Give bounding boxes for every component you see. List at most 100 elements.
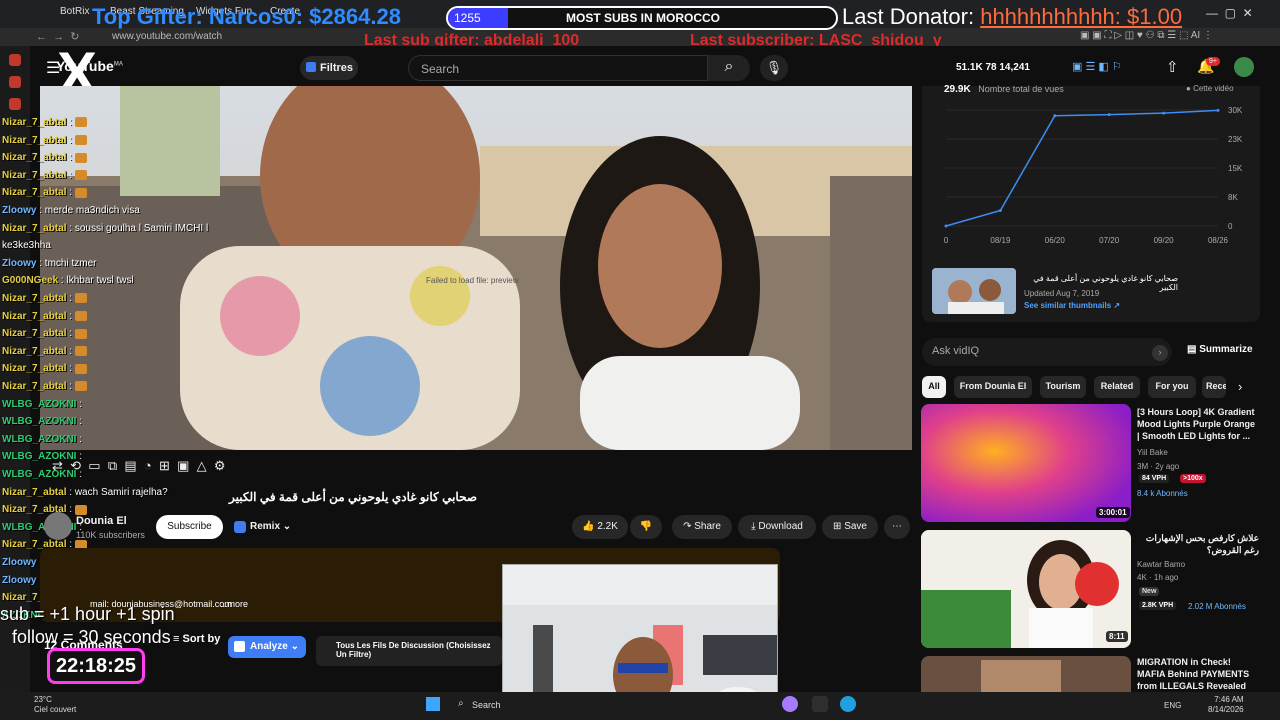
sub-rule-overlay: sub = +1 hour +1 spin (0, 604, 175, 624)
summarize-button[interactable]: ▤ Summarize (1187, 344, 1253, 355)
chat-username[interactable]: Zloowy (2, 205, 36, 216)
chat-username[interactable]: Zloowy (2, 575, 36, 586)
subtitles-icon[interactable]: ⇄ (52, 458, 63, 473)
chat-username[interactable]: Nizar_7_abtal (2, 152, 66, 163)
video-player[interactable] (40, 86, 912, 450)
thread-filter-select[interactable]: Tous Les Fils De Discussion (Choisissez … (316, 636, 502, 666)
chat-message: Nizar_7_abtal : (2, 311, 87, 322)
rec-thumbnail[interactable] (921, 530, 1131, 648)
chat-username[interactable]: Nizar_7_abtal (2, 187, 66, 198)
sidebar-app-icon[interactable] (9, 76, 21, 88)
chat-message: Nizar_7_abtal : wach Samiri rajelha? (2, 486, 168, 498)
chat-username[interactable]: WLBG_AZOKNI (2, 434, 76, 445)
y-tick-label: 30K (1228, 106, 1243, 115)
chip-from-channel[interactable]: From Dounia El (954, 376, 1032, 398)
send-icon[interactable]: › (1152, 345, 1168, 361)
top-gifter-overlay: Top Gifter: Narcos0: $2864.28 (92, 4, 401, 29)
subscribe-button[interactable]: Subscribe (156, 515, 223, 539)
app-icon[interactable] (812, 696, 828, 712)
clock[interactable]: 7:46 AM 8/14/2026 (1208, 695, 1244, 715)
chat-username[interactable]: Nizar_7_abtal (2, 223, 66, 234)
chat-username[interactable]: Nizar_7_abtal (2, 346, 66, 357)
loop-icon[interactable]: ▤ (124, 458, 140, 473)
chat-username[interactable]: Nizar_7_abtal (2, 363, 66, 374)
chip-for-you[interactable]: For you (1148, 376, 1196, 398)
sort-by-button[interactable]: ≡ Sort by (173, 633, 220, 645)
avatar[interactable] (1234, 57, 1254, 77)
add-icon[interactable]: ⊞ (159, 458, 174, 473)
download-button[interactable]: ⤓ Download (738, 515, 816, 539)
chart-header: 29.9K Nombre total de vues (944, 84, 1064, 95)
rec-title[interactable]: علاش كارفص بحس الإشهارات رغم القروض؟ (1137, 532, 1259, 556)
chat-username[interactable]: Nizar_7_abtal (2, 117, 66, 128)
language-indicator[interactable]: ENG (1164, 701, 1181, 710)
share-button[interactable]: ↷ Share (672, 515, 732, 539)
url-text[interactable]: www.youtube.com/watch (112, 31, 222, 42)
channel-name[interactable]: Dounia El (76, 515, 127, 527)
new-badge: New (1139, 587, 1160, 596)
more-icon[interactable]: ⋯ (884, 515, 910, 539)
channel-avatar[interactable] (44, 512, 72, 540)
app-icon[interactable] (782, 696, 798, 712)
rec-thumbnail[interactable] (921, 404, 1131, 522)
rec-title[interactable]: MIGRATION in Check! MAFIA Behind PAYMENT… (1137, 656, 1259, 690)
vidiq-icon (306, 62, 316, 72)
chat-username[interactable]: Nizar_7_abtal (2, 487, 66, 498)
chip-tourism[interactable]: Tourism (1040, 376, 1086, 398)
more-link[interactable]: ...more (220, 599, 248, 609)
save-button[interactable]: ⊞ Save (822, 515, 878, 539)
upload-icon[interactable]: ⇧ (1166, 58, 1179, 76)
camera-icon[interactable]: ▣ (177, 458, 193, 473)
youtube-logo[interactable]: YouTubeMA (56, 58, 123, 74)
chip-related[interactable]: Related (1094, 376, 1140, 398)
sidebar-app-icon[interactable] (9, 54, 21, 66)
chevron-right-icon[interactable]: › (1238, 379, 1242, 394)
vidiq-toolbar-icons[interactable]: ▣ ☰ ◧ ⚐ (1072, 60, 1122, 73)
remix-button[interactable]: Remix ⌄ (232, 516, 298, 538)
thumbnail-preview[interactable] (932, 268, 1016, 314)
chat-username[interactable]: Nizar_7_abtal (2, 293, 66, 304)
edge-icon[interactable] (840, 696, 856, 712)
rec-channel[interactable]: Yiil Bake (1137, 448, 1168, 457)
window-controls[interactable]: — ▢ ✕ (1206, 6, 1253, 26)
chat-username[interactable]: Zloowy (2, 258, 36, 269)
ask-vidiq-input[interactable]: Ask vidIQ (922, 338, 1172, 366)
rec-thumbnail[interactable] (921, 656, 1131, 692)
windows-start-icon[interactable] (426, 697, 440, 711)
search-input[interactable]: Search (408, 55, 708, 81)
analyze-button[interactable]: Analyze ⌄ (228, 636, 306, 658)
chip-recent[interactable]: Recently uploaded (1202, 376, 1226, 398)
rec-channel[interactable]: Kawtar Bamo (1137, 560, 1185, 569)
see-similar-link[interactable]: See similar thumbnails ↗ (1024, 301, 1120, 310)
like-button[interactable]: 👍 2.2K (572, 515, 628, 539)
chat-username[interactable]: Nizar_7_abtal (2, 381, 66, 392)
y-tick-label: 0 (1228, 222, 1233, 231)
sidebar-app-icon[interactable] (9, 98, 21, 110)
rec-title[interactable]: [3 Hours Loop] 4K Gradient Mood Lights P… (1137, 406, 1259, 442)
browser-tab[interactable]: BotRix (60, 6, 89, 26)
screenshot-icon[interactable]: ⧉ (108, 458, 121, 473)
lab-icon[interactable]: △ (197, 458, 211, 473)
chat-username[interactable]: G000NGeek (2, 275, 58, 286)
chat-username[interactable]: Nizar_7_abtal (2, 328, 66, 339)
settings-gear-icon[interactable]: ⚙ (214, 458, 226, 473)
chat-username[interactable]: WLBG_AZOKNI (2, 399, 76, 410)
emote-icon (74, 328, 87, 339)
emote-icon (74, 363, 87, 374)
extension-icons[interactable]: ▣ ▣ ⛶ ▷ ◫ ♥ ⚇ ⧉ ☰ ⬚ AI ⋮ (1080, 30, 1213, 41)
speed-icon[interactable]: ◔ (144, 458, 155, 473)
chat-username[interactable]: Zloowy (2, 557, 36, 568)
dislike-icon[interactable]: 👎 (630, 515, 662, 539)
chat-username[interactable]: Nizar_7_abtal (2, 170, 66, 181)
search-icon[interactable]: ⌕ (708, 55, 750, 81)
chat-username[interactable]: Nizar_7_abtal (2, 311, 66, 322)
miniplayer-icon[interactable]: ⟲ (67, 458, 85, 473)
chip-all[interactable]: All (922, 376, 946, 398)
mic-icon[interactable]: 🎙 (760, 55, 788, 81)
theater-icon[interactable]: ▭ (88, 458, 104, 473)
chat-username[interactable]: WLBG_AZOKNI (2, 416, 76, 427)
chat-username[interactable]: Nizar_7_abtal (2, 135, 66, 146)
emote-icon (74, 170, 87, 181)
weather-widget[interactable]: 23°C Ciel couvert (34, 695, 76, 715)
filtres-button[interactable]: Filtres (300, 56, 358, 80)
